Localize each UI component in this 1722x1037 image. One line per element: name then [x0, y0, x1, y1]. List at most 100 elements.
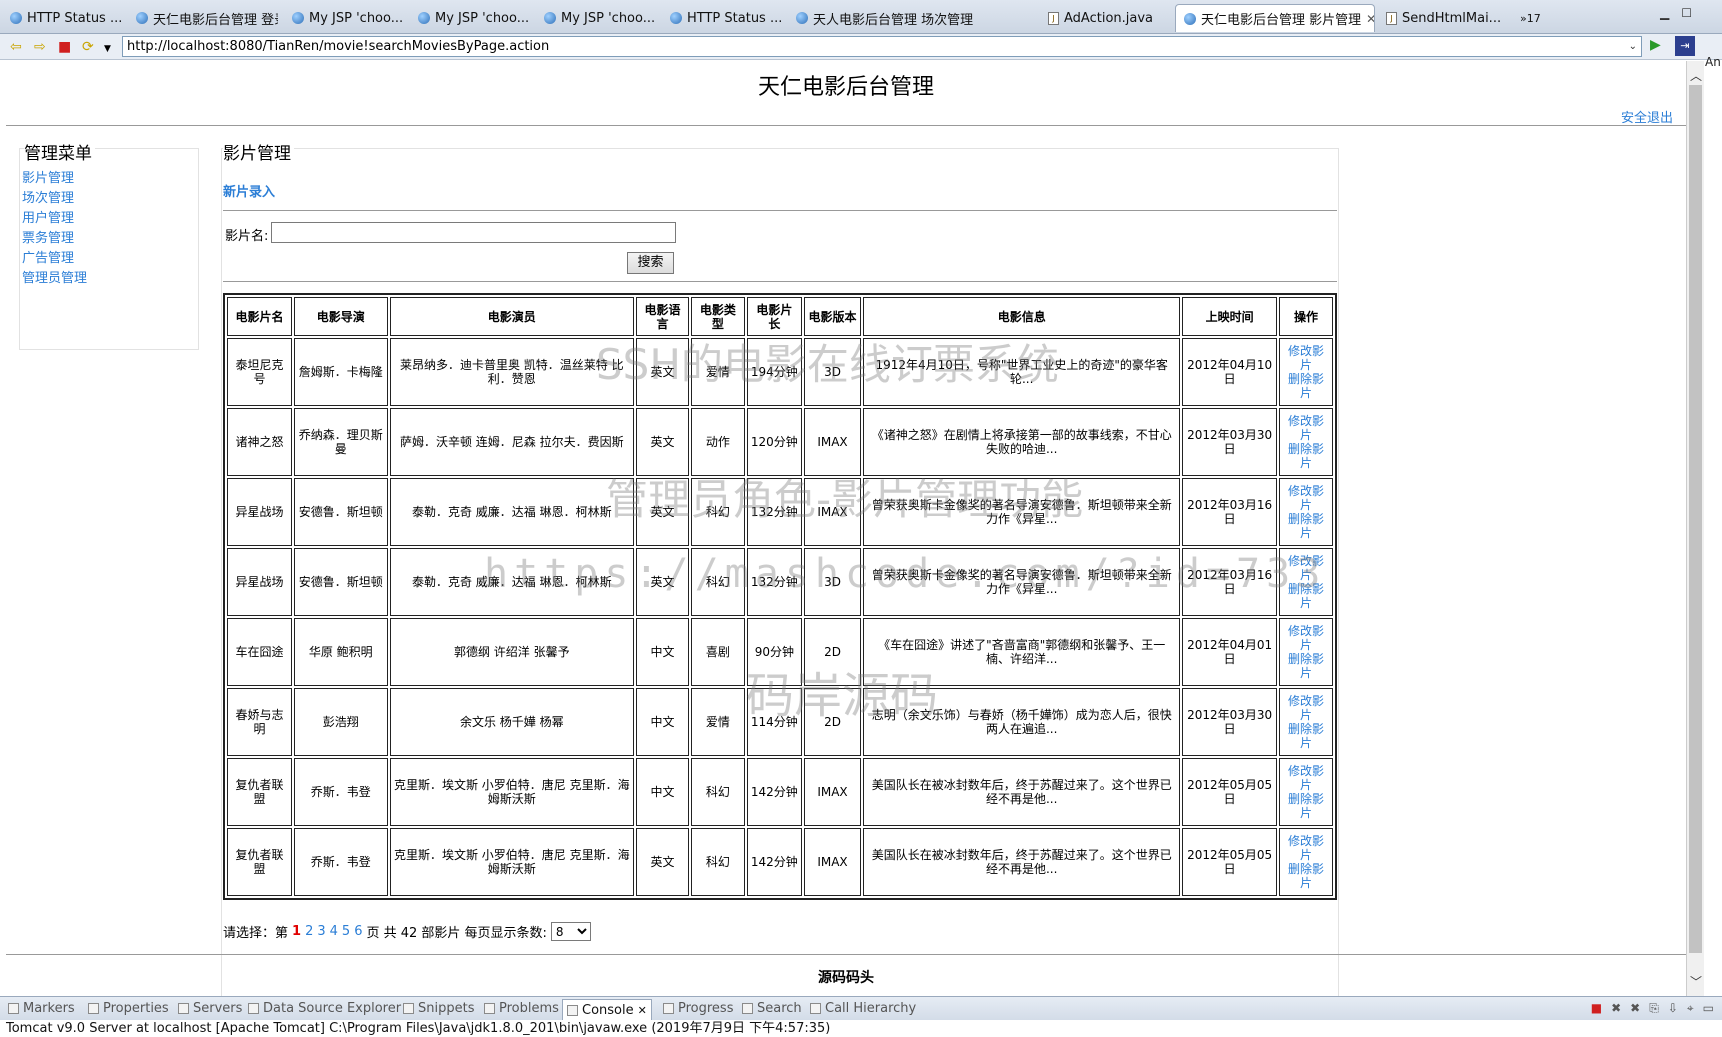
remove-launch-icon[interactable]: ✖ [1611, 1001, 1621, 1016]
search-button[interactable]: 搜索 [627, 252, 674, 274]
chevron-down-icon[interactable]: ▼ [104, 41, 111, 57]
sidebar-item-movies[interactable]: 影片管理 [22, 167, 74, 186]
browser-tab[interactable]: My JSP 'choo... [536, 4, 656, 32]
view-tab-servers[interactable]: Servers [178, 1001, 242, 1016]
delete-movie-link[interactable]: 删除影片 [1283, 512, 1329, 540]
edit-movie-link[interactable]: 修改影片 [1283, 344, 1329, 372]
page-scrollbar[interactable]: ︿ ﹀ [1686, 61, 1704, 996]
terminate-icon[interactable]: ■ [1591, 1001, 1602, 1016]
browser-tab[interactable]: HTTP Status ... [2, 4, 122, 32]
genre-cell: 科幻 [690, 828, 745, 896]
remove-all-icon[interactable]: ✖ [1630, 1001, 1640, 1016]
pin-console-icon[interactable]: ⌖ [1687, 1001, 1694, 1016]
view-tab-problems[interactable]: Problems [484, 1001, 559, 1016]
sidebar-item-tickets[interactable]: 票务管理 [22, 227, 74, 246]
maximize-icon[interactable]: ☐ [1681, 6, 1692, 20]
release-date-cell: 2012年04月01日 [1182, 618, 1277, 686]
view-tab-label: Markers [23, 1001, 75, 1016]
movie-title-cell: 诸神之怒 [227, 408, 292, 476]
edit-movie-link[interactable]: 修改影片 [1283, 764, 1329, 792]
page-link[interactable]: 4 [330, 924, 338, 939]
edit-movie-link[interactable]: 修改影片 [1283, 484, 1329, 512]
director-cell: 乔斯．韦登 [293, 828, 388, 896]
scroll-lock-icon[interactable]: ⇩ [1668, 1001, 1678, 1016]
sidebar-item-users[interactable]: 用户管理 [22, 207, 74, 226]
genre-cell: 喜剧 [690, 618, 745, 686]
view-tab-data-source-explorer[interactable]: Data Source Explorer [248, 1001, 401, 1016]
delete-movie-link[interactable]: 删除影片 [1283, 372, 1329, 400]
delete-movie-link[interactable]: 删除影片 [1283, 652, 1329, 680]
display-console-icon[interactable]: ▭ [1703, 1001, 1714, 1016]
browser-tab[interactable]: My JSP 'choo... [284, 4, 404, 32]
sidebar-item-admins[interactable]: 管理员管理 [22, 267, 87, 286]
delete-movie-link[interactable]: 删除影片 [1283, 722, 1329, 750]
forward-arrow-icon[interactable]: ⇨ [34, 39, 46, 55]
sidebar-item-screenings[interactable]: 场次管理 [22, 187, 74, 206]
minimize-icon[interactable]: ▁ [1660, 6, 1669, 20]
browser-tab[interactable]: HTTP Status ... [662, 4, 782, 32]
page-size-select[interactable]: 8 [550, 922, 591, 941]
page-link[interactable]: 3 [317, 924, 325, 939]
page-link[interactable]: 6 [354, 924, 362, 939]
description-cell: 美国队长在被冰封数年后，终于苏醒过来了。这个世界已经不再是他... [863, 828, 1181, 896]
view-tab-call-hierarchy[interactable]: Call Hierarchy [810, 1001, 916, 1016]
url-input[interactable]: http://localhost:8080/TianRen/movie!sear… [122, 36, 1642, 57]
tab-overflow-button[interactable]: »17 [1512, 4, 1548, 32]
view-tab-properties[interactable]: Properties [88, 1001, 169, 1016]
browser-tab[interactable]: 天仁电影后台管理 登录 [128, 4, 278, 32]
browser-tab-active[interactable]: 天仁电影后台管理 影片管理 ✕ [1175, 4, 1375, 32]
edit-movie-link[interactable]: 修改影片 [1283, 694, 1329, 722]
edit-movie-link[interactable]: 修改影片 [1283, 554, 1329, 582]
movie-name-search-input[interactable] [271, 222, 676, 243]
refresh-icon[interactable]: ⟳ [82, 39, 94, 55]
table-row: 复仇者联盟 乔斯．韦登 克里斯．埃文斯 小罗伯特．唐尼 克里斯．海姆斯沃斯 英文 科幻 1… [227, 828, 1333, 896]
chevron-down-icon[interactable]: ⌄ [1629, 37, 1637, 56]
search-label: 影片名: [225, 229, 269, 244]
view-tab-label: Data Source Explorer [263, 1001, 402, 1016]
globe-icon [544, 12, 556, 24]
page-link[interactable]: 2 [305, 924, 313, 939]
delete-movie-link[interactable]: 删除影片 [1283, 792, 1329, 820]
globe-icon [418, 12, 430, 24]
edit-movie-link[interactable]: 修改影片 [1283, 624, 1329, 652]
description-cell: 《诸神之怒》在剧情上将承接第一部的故事线索，不甘心失败的哈迪... [863, 408, 1181, 476]
browser-tab[interactable]: My JSP 'choo... [410, 4, 530, 32]
view-tab-search[interactable]: Search [742, 1001, 802, 1016]
actors-cell: 泰勒．克奇 威廉．达福 琳恩．柯林斯 [389, 548, 635, 616]
add-movie-link[interactable]: 新片录入 [223, 181, 275, 200]
delete-movie-link[interactable]: 删除影片 [1283, 582, 1329, 610]
logout-link[interactable]: 安全退出 [1621, 107, 1673, 126]
edit-movie-link[interactable]: 修改影片 [1283, 414, 1329, 442]
actions-cell: 修改影片 删除影片 [1278, 408, 1333, 476]
column-header: 电影信息 [863, 297, 1181, 336]
delete-movie-link[interactable]: 删除影片 [1283, 862, 1329, 890]
browser-tab[interactable]: J AdAction.java [1040, 4, 1172, 32]
sidebar-item-ads[interactable]: 广告管理 [22, 247, 74, 266]
scrollbar-thumb[interactable] [1689, 85, 1702, 953]
release-date-cell: 2012年04月10日 [1182, 338, 1277, 406]
scroll-down-icon[interactable]: ﹀ [1690, 973, 1702, 990]
release-date-cell: 2012年03月30日 [1182, 408, 1277, 476]
browser-settings-icon[interactable]: ⇥ [1675, 36, 1695, 56]
window-controls: ▁ ☐ [1660, 6, 1692, 20]
close-icon[interactable]: ✕ [638, 1004, 647, 1017]
browser-tab[interactable]: 天人电影后台管理 场次管理 [788, 4, 978, 32]
close-icon[interactable]: ✕ [1366, 12, 1374, 26]
web-page: 天仁电影后台管理 安全退出 管理菜单 影片管理 场次管理 用户管理 票务管理 广… [6, 61, 1686, 996]
page-link-current[interactable]: 1 [292, 924, 301, 939]
tab-label: My JSP 'choo... [309, 10, 404, 26]
view-tab-console[interactable]: Console ✕ [562, 999, 652, 1020]
language-cell: 英文 [636, 478, 689, 546]
go-icon[interactable]: ▶ [1650, 37, 1661, 53]
delete-movie-link[interactable]: 删除影片 [1283, 442, 1329, 470]
clear-console-icon[interactable]: ⎘ [1649, 1001, 1659, 1016]
back-arrow-icon[interactable]: ⇦ [10, 39, 22, 55]
stop-icon[interactable]: ■ [58, 39, 71, 55]
scroll-up-icon[interactable]: ︿ [1690, 67, 1702, 84]
view-tab-progress[interactable]: Progress [663, 1001, 733, 1016]
view-tab-markers[interactable]: Markers [8, 1001, 75, 1016]
view-tab-snippets[interactable]: Snippets [403, 1001, 474, 1016]
browser-tab[interactable]: J SendHtmlMai... [1378, 4, 1510, 32]
edit-movie-link[interactable]: 修改影片 [1283, 834, 1329, 862]
page-link[interactable]: 5 [342, 924, 350, 939]
